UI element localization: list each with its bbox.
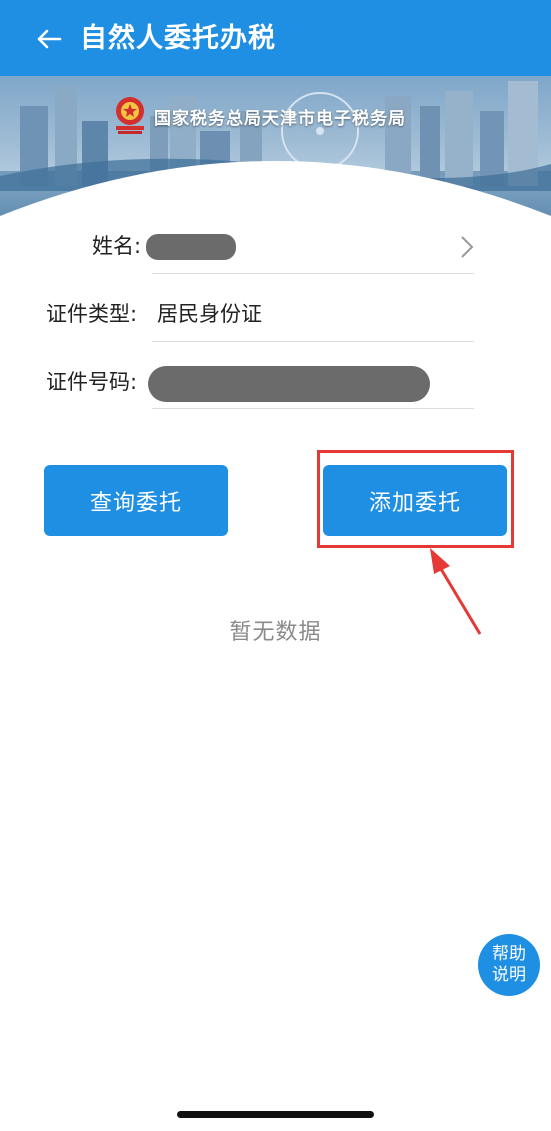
annotation-highlight-box (317, 450, 514, 548)
agency-name: 国家税务总局天津市电子税务局 (154, 108, 406, 129)
help-line1: 帮助 (492, 944, 526, 964)
banner-curve (0, 161, 551, 236)
banner: 国家税务总局天津市电子税务局 (0, 76, 551, 236)
id-number-divider (152, 408, 474, 409)
id-type-value: 居民身份证 (157, 302, 262, 326)
agency-header: 国家税务总局天津市电子税务局 (110, 94, 406, 138)
national-emblem-icon (116, 97, 144, 134)
id-type-divider (152, 341, 474, 342)
home-indicator[interactable] (177, 1111, 374, 1118)
help-line2: 说明 (492, 965, 526, 985)
help-button[interactable]: 帮助 说明 (478, 934, 540, 996)
redacted-id-number (148, 366, 430, 402)
empty-state-text: 暂无数据 (229, 620, 322, 645)
name-label: 姓名: (92, 234, 142, 258)
name-divider (152, 273, 474, 274)
back-arrow-icon[interactable] (32, 22, 66, 56)
chevron-right-icon[interactable] (459, 234, 475, 260)
page-title: 自然人委托办税 (80, 23, 276, 54)
id-number-label: 证件号码: (46, 370, 138, 394)
app-bar: 自然人委托办税 (0, 0, 551, 76)
redacted-name (146, 234, 236, 260)
id-type-label: 证件类型: (46, 302, 138, 326)
query-delegation-button[interactable]: 查询委托 (44, 465, 228, 536)
